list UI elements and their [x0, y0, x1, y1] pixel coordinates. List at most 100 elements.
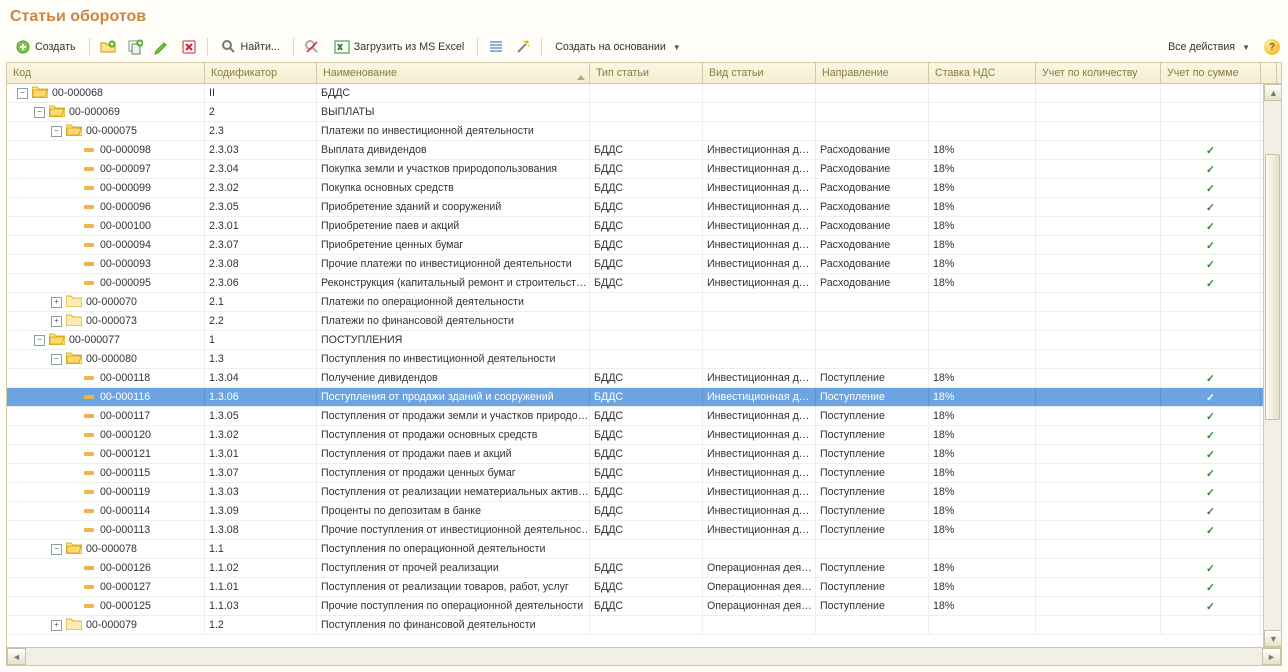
cell-code: 00-000121 [7, 445, 205, 463]
cell-code: 00-000094 [7, 236, 205, 254]
table-row[interactable]: 00-0000962.3.05Приобретение зданий и соо… [7, 198, 1281, 217]
item-icon [84, 433, 94, 437]
expand-icon[interactable]: + [51, 297, 62, 308]
table-row[interactable]: 00-0001002.3.01Приобретение паев и акций… [7, 217, 1281, 236]
table-row[interactable]: +00-0000732.2Платежи по финансовой деяте… [7, 312, 1281, 331]
table-row[interactable]: −00-0000771ПОСТУПЛЕНИЯ [7, 331, 1281, 350]
code-text: 00-000070 [86, 296, 137, 308]
cell-vat [929, 312, 1036, 330]
collapse-icon[interactable]: − [51, 126, 62, 137]
delete-button[interactable] [177, 36, 201, 58]
scroll-down-button[interactable]: ▼ [1264, 630, 1281, 647]
column-header-qty[interactable]: Учет по количеству [1036, 63, 1161, 83]
table-row[interactable]: −00-0000781.1Поступления по операционной… [7, 540, 1281, 559]
help-button[interactable]: ? [1264, 39, 1280, 55]
settings-button[interactable] [511, 36, 535, 58]
cell-direction: Поступление [816, 559, 929, 577]
create-based-on-button[interactable]: Создать на основании ▼ [548, 36, 687, 58]
collapse-icon[interactable]: − [51, 354, 62, 365]
table-row[interactable]: 00-0001181.3.04Получение дивидендовБДДСИ… [7, 369, 1281, 388]
collapse-icon[interactable]: − [34, 107, 45, 118]
cancel-search-button[interactable] [300, 36, 324, 58]
code-text: 00-000113 [100, 524, 150, 536]
code-text: 00-000068 [52, 87, 103, 99]
cell-qty [1036, 160, 1161, 178]
column-header-sum[interactable]: Учет по сумме [1161, 63, 1261, 83]
column-header-name[interactable]: Наименование [317, 63, 590, 83]
new-folder-button[interactable] [96, 36, 120, 58]
expand-icon[interactable]: + [51, 316, 62, 327]
load-excel-button[interactable]: Загрузить из MS Excel [327, 36, 471, 58]
create-button[interactable]: Создать [8, 36, 83, 58]
table-row[interactable]: 00-0001261.1.02Поступления от прочей реа… [7, 559, 1281, 578]
cell-sum [1161, 350, 1261, 368]
table-row[interactable]: 00-0001151.3.07Поступления от продажи це… [7, 464, 1281, 483]
scroll-right-button[interactable]: ► [1262, 648, 1281, 665]
cell-code: 00-000098 [7, 141, 205, 159]
cell-name: Получение дивидендов [317, 369, 590, 387]
item-icon [84, 528, 94, 532]
table-row[interactable]: 00-0000992.3.02Покупка основных средствБ… [7, 179, 1281, 198]
table-row[interactable]: 00-0000952.3.06Реконструкция (капитальны… [7, 274, 1281, 293]
vertical-scrollbar[interactable]: ▲ ▼ [1263, 84, 1281, 647]
collapse-icon[interactable]: − [51, 544, 62, 555]
cell-vat: 18% [929, 407, 1036, 425]
table-row[interactable]: 00-0001191.3.03Поступления от реализации… [7, 483, 1281, 502]
check-icon: ✓ [1206, 144, 1215, 157]
table-row[interactable]: 00-0001211.3.01Поступления от продажи па… [7, 445, 1281, 464]
table-row[interactable]: 00-0001131.3.08Прочие поступления от инв… [7, 521, 1281, 540]
table-row[interactable]: 00-0000972.3.04Покупка земли и участков … [7, 160, 1281, 179]
column-header-codifier[interactable]: Кодификатор [205, 63, 317, 83]
cell-article-type [590, 540, 703, 558]
collapse-icon[interactable]: − [34, 335, 45, 346]
code-text: 00-000125 [100, 600, 151, 612]
scroll-left-button[interactable]: ◄ [7, 648, 26, 665]
table-row[interactable]: 00-0001251.1.03Прочие поступления по опе… [7, 597, 1281, 616]
cell-codifier: 1.3.09 [205, 502, 317, 520]
table-row[interactable]: 00-0000982.3.03Выплата дивидендовБДДСИнв… [7, 141, 1281, 160]
table-row[interactable]: 00-0001201.3.02Поступления от продажи ос… [7, 426, 1281, 445]
table-row[interactable]: −00-0000692ВЫПЛАТЫ [7, 103, 1281, 122]
table-row[interactable]: −00-0000752.3Платежи по инвестиционной д… [7, 122, 1281, 141]
cell-article-type [590, 122, 703, 140]
cell-qty [1036, 616, 1161, 634]
column-header-vat[interactable]: Ставка НДС [929, 63, 1036, 83]
copy-button[interactable] [123, 36, 147, 58]
dropdown-arrow-icon: ▼ [1242, 43, 1250, 52]
edit-button[interactable] [150, 36, 174, 58]
collapse-icon[interactable]: − [17, 88, 28, 99]
table-row[interactable]: 00-0001141.3.09Проценты по депозитам в б… [7, 502, 1281, 521]
scroll-track[interactable] [1264, 101, 1281, 630]
cell-direction: Расходование [816, 141, 929, 159]
all-actions-button[interactable]: Все действия ▼ [1161, 36, 1257, 58]
column-header-article-kind[interactable]: Вид статьи [703, 63, 816, 83]
table-row[interactable]: −00-000068IIБДДС [7, 84, 1281, 103]
scroll-up-button[interactable]: ▲ [1264, 84, 1281, 101]
cell-article-type: БДДС [590, 578, 703, 596]
table-row[interactable]: 00-0000942.3.07Приобретение ценных бумаг… [7, 236, 1281, 255]
cell-direction [816, 312, 929, 330]
table-row[interactable]: +00-0000702.1Платежи по операционной дея… [7, 293, 1281, 312]
column-header-code[interactable]: Код [7, 63, 205, 83]
table-row[interactable]: −00-0000801.3Поступления по инвестиционн… [7, 350, 1281, 369]
item-icon [84, 281, 94, 285]
table-row[interactable]: +00-0000791.2Поступления по финансовой д… [7, 616, 1281, 635]
table-row[interactable]: 00-0001271.1.01Поступления от реализации… [7, 578, 1281, 597]
cell-codifier: 1.3.01 [205, 445, 317, 463]
expand-icon[interactable]: + [51, 620, 62, 631]
column-header-direction[interactable]: Направление [816, 63, 929, 83]
scroll-thumb[interactable] [1265, 154, 1280, 421]
table-row[interactable]: 00-0000932.3.08Прочие платежи по инвести… [7, 255, 1281, 274]
cell-qty [1036, 179, 1161, 197]
column-header-article-type[interactable]: Тип статьи [590, 63, 703, 83]
cell-qty [1036, 217, 1161, 235]
item-icon [84, 471, 94, 475]
horizontal-scrollbar[interactable]: ◄ ► [7, 647, 1281, 665]
cell-article-kind: Инвестиционная д… [703, 217, 816, 235]
table-row[interactable]: 00-0001171.3.05Поступления от продажи зе… [7, 407, 1281, 426]
table-row[interactable]: 00-0001161.3.06Поступления от продажи зд… [7, 388, 1281, 407]
find-button[interactable]: Найти... [214, 36, 287, 58]
cell-direction: Расходование [816, 217, 929, 235]
list-mode-button[interactable] [484, 36, 508, 58]
cell-name: Реконструкция (капитальный ремонт и стро… [317, 274, 590, 292]
